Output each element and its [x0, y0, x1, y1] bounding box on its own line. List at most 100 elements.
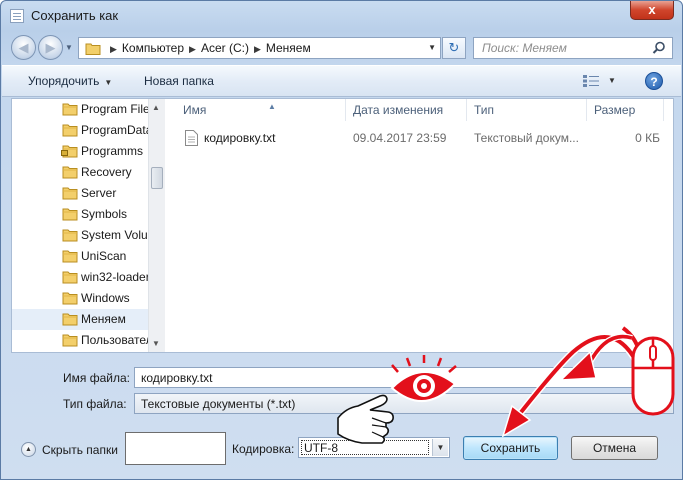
window-title: Сохранить как [31, 8, 119, 23]
search-box[interactable] [473, 37, 673, 59]
file-size: 0 КБ [635, 131, 660, 145]
chevron-right-icon[interactable]: ▶ [254, 44, 261, 54]
folder-icon [62, 313, 78, 326]
tree-scrollbar[interactable]: ▲ ▼ [148, 99, 165, 352]
folder-icon [62, 334, 78, 347]
filename-field[interactable] [134, 367, 674, 388]
scroll-down-icon[interactable]: ▼ [152, 339, 160, 348]
scroll-up-icon[interactable]: ▲ [152, 103, 160, 112]
back-arrow-icon: ◀ [18, 40, 29, 55]
refresh-button[interactable]: ↻ [442, 37, 466, 59]
scroll-thumb[interactable] [151, 167, 163, 189]
save-button[interactable]: Сохранить [463, 436, 558, 460]
tree-item-label: Server [81, 186, 117, 200]
filename-label: Имя файла: [63, 371, 130, 385]
blank-box [125, 432, 226, 465]
folder-icon [62, 229, 78, 242]
back-button[interactable]: ◀ [11, 35, 36, 60]
tree-item-label: Меняем [81, 312, 126, 326]
filetype-value: Текстовые документы (*.txt) [141, 397, 296, 411]
folder-icon [62, 187, 78, 200]
tree-item[interactable]: Recovery [12, 162, 148, 183]
lock-icon [61, 150, 68, 156]
view-options-dropdown[interactable]: ▼ [608, 76, 616, 85]
tree-item[interactable]: ProgramData [12, 120, 148, 141]
breadcrumb-drive[interactable]: Acer (C:) [201, 41, 249, 55]
document-icon [10, 9, 24, 23]
forward-button[interactable]: ▶ [38, 35, 63, 60]
help-button[interactable]: ? [645, 72, 663, 90]
tree-item[interactable]: Пользователи [12, 330, 148, 351]
address-dropdown-icon[interactable]: ▼ [428, 43, 436, 52]
chevron-down-icon[interactable]: ▼ [656, 395, 672, 412]
chevron-down-icon[interactable]: ▼ [432, 439, 448, 456]
file-type: Текстовый докум... [474, 131, 579, 145]
tree-item[interactable]: Programms [12, 141, 148, 162]
search-icon[interactable] [652, 41, 666, 55]
folder-icon [62, 208, 78, 221]
folder-icon [62, 103, 78, 116]
tree-item-label: win32-loader [81, 270, 148, 284]
tree-item[interactable]: Program Files [12, 99, 148, 120]
chevron-down-icon: ▼ [104, 78, 113, 87]
close-button[interactable]: x [630, 1, 674, 20]
folder-icon [62, 271, 78, 284]
tree-item-label: Program Files [81, 102, 148, 116]
cancel-button[interactable]: Отмена [571, 436, 658, 460]
file-list: Имя ▲ Дата изменения Тип Размер кодировку… [166, 99, 673, 352]
chevron-right-icon[interactable]: ▶ [189, 44, 196, 54]
address-bar[interactable]: ▶ Компьютер ▶ Acer (C:) ▶ Меняем ▼ [78, 37, 441, 59]
column-header-name[interactable]: Имя ▲ [176, 99, 346, 121]
tree-item[interactable]: System Volume Information [12, 225, 148, 246]
hide-folders-label: Скрыть папки [42, 443, 118, 457]
recent-pages-dropdown[interactable]: ▼ [65, 43, 73, 52]
filetype-select[interactable]: Текстовые документы (*.txt) ▼ [134, 393, 674, 414]
breadcrumb: ▶ Компьютер ▶ Acer (C:) ▶ Меняем [105, 41, 311, 55]
organize-menu[interactable]: Упорядочить ▼ [28, 74, 112, 88]
breadcrumb-folder[interactable]: Меняем [266, 41, 311, 55]
search-input[interactable] [474, 38, 649, 58]
tree-item-label: Programms [81, 144, 144, 158]
tree-item-label: System Volume Information [81, 228, 148, 242]
browser-pane: Program Files ProgramData Programms Recover… [11, 98, 674, 353]
tree-item-label: Symbols [81, 207, 128, 221]
save-as-dialog: Сохранить как x ◀ ▶ ▼ ▶ Компьютер ▶ Acer (C… [0, 0, 683, 480]
tree-item[interactable]: Symbols [12, 204, 148, 225]
breadcrumb-computer[interactable]: Компьютер [122, 41, 184, 55]
text-file-icon [185, 130, 198, 146]
navigation-bar: ◀ ▶ ▼ ▶ Компьютер ▶ Acer (C:) ▶ Меняем ▼ ↻ [1, 31, 682, 63]
file-row[interactable]: кодировку.txt 09.04.2017 23:59 Текстовый… [176, 128, 666, 148]
file-date: 09.04.2017 23:59 [353, 131, 447, 145]
tree-item[interactable]: win32-loader [12, 267, 148, 288]
forward-arrow-icon: ▶ [45, 40, 56, 55]
command-toolbar: Упорядочить ▼ Новая папка ▼ ? [2, 65, 681, 97]
filetype-label: Тип файла: [63, 397, 127, 411]
column-header-size[interactable]: Размер [587, 99, 664, 121]
view-options-icon[interactable] [582, 74, 600, 88]
tree-item[interactable]: Меняем [12, 309, 148, 330]
folder-icon [85, 43, 101, 55]
folder-icon [62, 166, 78, 179]
sort-ascending-icon: ▲ [268, 102, 276, 111]
tree-item-label: Windows [81, 291, 130, 305]
encoding-select[interactable]: UTF-8 ▼ [298, 437, 450, 458]
folder-icon [62, 292, 78, 305]
tree-item[interactable]: Windows [12, 288, 148, 309]
new-folder-button[interactable]: Новая папка [144, 74, 214, 88]
column-header-type[interactable]: Тип [467, 99, 587, 121]
file-name: кодировку.txt [204, 131, 276, 145]
folder-icon [62, 250, 78, 263]
chevron-up-icon: ▲ [21, 442, 36, 457]
tree-item-label: ProgramData [81, 123, 148, 137]
tree-item-label: Пользователи [81, 333, 148, 347]
title-bar: Сохранить как x [1, 1, 682, 31]
encoding-value: UTF-8 [304, 441, 338, 455]
navigation-tree: Program Files ProgramData Programms Recover… [12, 99, 148, 352]
tree-item[interactable]: UniScan [12, 246, 148, 267]
tree-item-label: UniScan [81, 249, 127, 263]
refresh-icon: ↻ [448, 40, 460, 55]
tree-item[interactable]: Server [12, 183, 148, 204]
folder-icon [62, 124, 78, 137]
chevron-right-icon: ▶ [110, 44, 117, 54]
column-header-date[interactable]: Дата изменения [346, 99, 467, 121]
